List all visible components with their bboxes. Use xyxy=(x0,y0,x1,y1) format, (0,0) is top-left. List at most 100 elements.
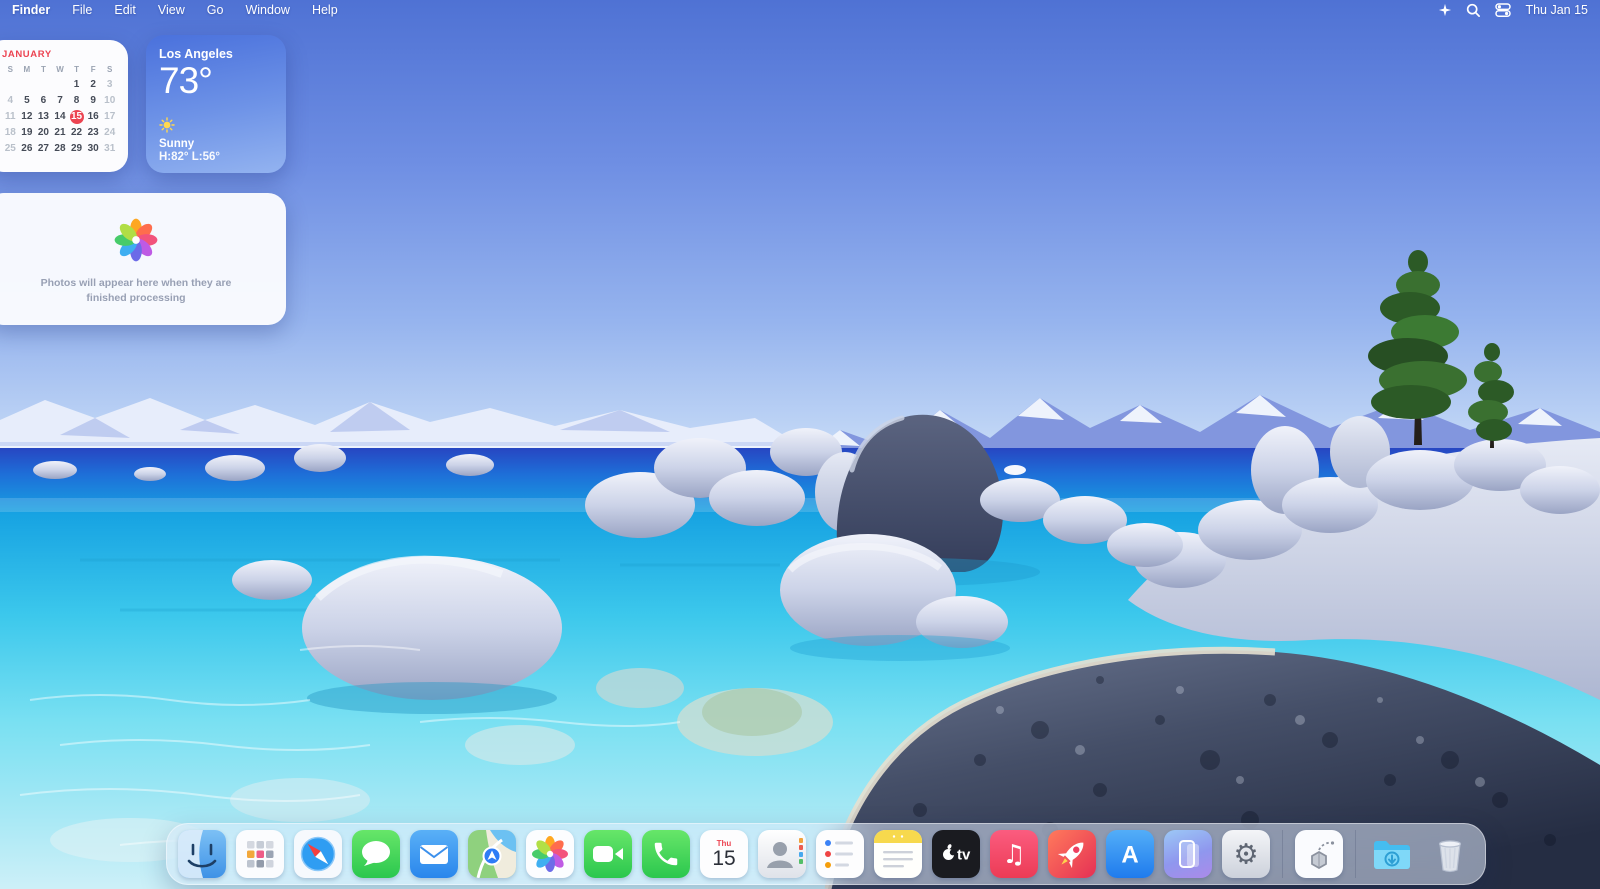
svg-text:♫: ♫ xyxy=(1002,840,1025,870)
weather-city: Los Angeles xyxy=(159,47,233,61)
calendar-day-16: 16 xyxy=(87,111,99,122)
calendar-day-15: 15 xyxy=(68,109,85,124)
notes-icon xyxy=(874,830,922,868)
dock-item-settings[interactable]: ⚙ xyxy=(1222,830,1270,878)
calendar-day-3: 3 xyxy=(106,79,113,90)
calendar-day-10: 10 xyxy=(104,95,116,106)
calendar-day-11: 11 xyxy=(4,111,16,122)
dock-item-iphone-mirroring[interactable] xyxy=(1164,830,1212,878)
dock-item-downloads[interactable] xyxy=(1368,830,1416,878)
menu-window[interactable]: Window xyxy=(245,3,289,17)
calendar-day-2: 2 xyxy=(90,79,96,90)
iphone-mirroring-icon xyxy=(1179,840,1199,868)
menu-file[interactable]: File xyxy=(72,3,92,17)
svg-text:tv: tv xyxy=(957,847,971,864)
menu-view[interactable]: View xyxy=(158,3,185,17)
dock-item-calendar[interactable]: Thu 15 xyxy=(700,830,748,878)
calendar-day-header: T xyxy=(74,65,79,74)
app-menus: Finder File Edit View Go Window Help xyxy=(12,3,338,17)
calendar-day-5: 5 xyxy=(24,95,30,106)
calendar-day-29: 29 xyxy=(71,143,83,154)
calendar-day-21: 21 xyxy=(54,127,66,138)
weather-widget[interactable]: Los Angeles 73° Sunny H:82° L:56° xyxy=(146,35,286,173)
calendar-day-header: S xyxy=(107,65,113,74)
menu-help[interactable]: Help xyxy=(312,3,338,17)
calendar-month-label: JANUARY xyxy=(2,49,52,60)
dock-item-notes[interactable] xyxy=(874,830,922,878)
sun-icon xyxy=(159,117,175,133)
calendar-day-27: 27 xyxy=(37,143,49,154)
calendar-day-1: 1 xyxy=(73,79,80,90)
spotlight-icon[interactable] xyxy=(1466,3,1481,18)
weather-high-low: H:82° L:56° xyxy=(159,151,220,163)
calendar-day-28: 28 xyxy=(54,143,66,154)
calendar-widget[interactable]: JANUARY S M T W T F S 1 2 3 4 5 6 7 8 9 10 11 12 13 14 15 16 17… xyxy=(0,40,128,172)
dock-item-app-store[interactable]: A xyxy=(1106,830,1154,878)
calendar-day-17: 17 xyxy=(104,111,116,122)
dock-item-recent-app[interactable] xyxy=(1295,830,1343,878)
calendar-day-18: 18 xyxy=(4,127,16,138)
menu-go[interactable]: Go xyxy=(207,3,224,17)
calendar-day-14: 14 xyxy=(54,111,66,122)
calendar-day-8: 8 xyxy=(73,95,80,106)
menu-bar-status: Thu Jan 15 xyxy=(1438,2,1588,18)
dock-calendar-day: 15 xyxy=(712,846,736,870)
launchpad-icon xyxy=(247,841,274,868)
trash-icon xyxy=(1438,840,1462,873)
dock-item-messages[interactable] xyxy=(352,830,400,878)
calendar-day-header: S xyxy=(7,65,13,74)
control-center-icon[interactable] xyxy=(1495,2,1512,18)
finder-icon xyxy=(178,830,217,878)
dock-item-phone[interactable] xyxy=(642,830,690,878)
calendar-day-25: 25 xyxy=(4,143,16,154)
dock-item-safari[interactable] xyxy=(294,830,342,878)
dock-item-photos[interactable] xyxy=(526,830,574,878)
desktop: Finder File Edit View Go Window Help Thu Jan 1… xyxy=(0,0,1600,889)
calendar-day-9: 9 xyxy=(90,95,96,106)
photos-widget-message: Photos will appear here when they are fi… xyxy=(40,277,232,304)
safari-icon xyxy=(300,836,336,872)
calendar-day-empty xyxy=(19,77,36,92)
calendar-day-header: W xyxy=(56,65,64,74)
dock-item-maps[interactable] xyxy=(468,830,516,878)
dock-item-mail[interactable] xyxy=(410,830,458,878)
calendar-day-22: 22 xyxy=(71,127,83,138)
facetime-icon xyxy=(593,846,623,862)
dock-item-games[interactable] xyxy=(1048,830,1096,878)
settings-icon: ⚙ xyxy=(1233,838,1258,871)
dock-separator xyxy=(1355,830,1356,878)
dock-item-music[interactable]: ♫ xyxy=(990,830,1038,878)
calendar-day-30: 30 xyxy=(87,143,99,154)
games-icon xyxy=(1057,842,1084,869)
menu-bar-clock[interactable]: Thu Jan 15 xyxy=(1525,3,1588,17)
apple-intelligence-icon[interactable] xyxy=(1438,3,1452,17)
dock-item-finder[interactable] xyxy=(178,830,226,878)
svg-text:A: A xyxy=(1121,842,1138,869)
maps-icon xyxy=(476,830,516,878)
dock-item-facetime[interactable] xyxy=(584,830,632,878)
dock-item-trash[interactable] xyxy=(1426,830,1474,878)
calendar-day-24: 24 xyxy=(104,127,116,138)
messages-icon xyxy=(362,841,390,866)
calendar-day-7: 7 xyxy=(57,95,63,106)
tv-icon: tv xyxy=(943,844,971,864)
music-icon: ♫ xyxy=(1002,840,1025,870)
calendar-day-header: M xyxy=(23,65,31,74)
weather-temperature: 73° xyxy=(159,60,213,101)
weather-condition: Sunny xyxy=(159,138,195,150)
menu-edit[interactable]: Edit xyxy=(114,3,136,17)
dock-separator xyxy=(1282,830,1283,878)
dock: Thu 15 tv ♫ A ⚙ xyxy=(166,823,1486,885)
dock-item-contacts[interactable] xyxy=(758,830,806,878)
calendar-day-20: 20 xyxy=(37,127,49,138)
dock-item-launchpad[interactable] xyxy=(236,830,284,878)
calendar-day-13: 13 xyxy=(37,111,49,122)
menu-finder[interactable]: Finder xyxy=(12,3,50,17)
dock-item-tv[interactable]: tv xyxy=(932,830,980,878)
calendar-day-empty xyxy=(2,77,19,92)
downloads-icon xyxy=(1374,841,1410,869)
calendar-day-19: 19 xyxy=(21,127,33,138)
photos-widget[interactable]: Photos will appear here when they are fi… xyxy=(0,193,286,325)
dock-item-reminders[interactable] xyxy=(816,830,864,878)
reminders-icon xyxy=(825,840,853,868)
